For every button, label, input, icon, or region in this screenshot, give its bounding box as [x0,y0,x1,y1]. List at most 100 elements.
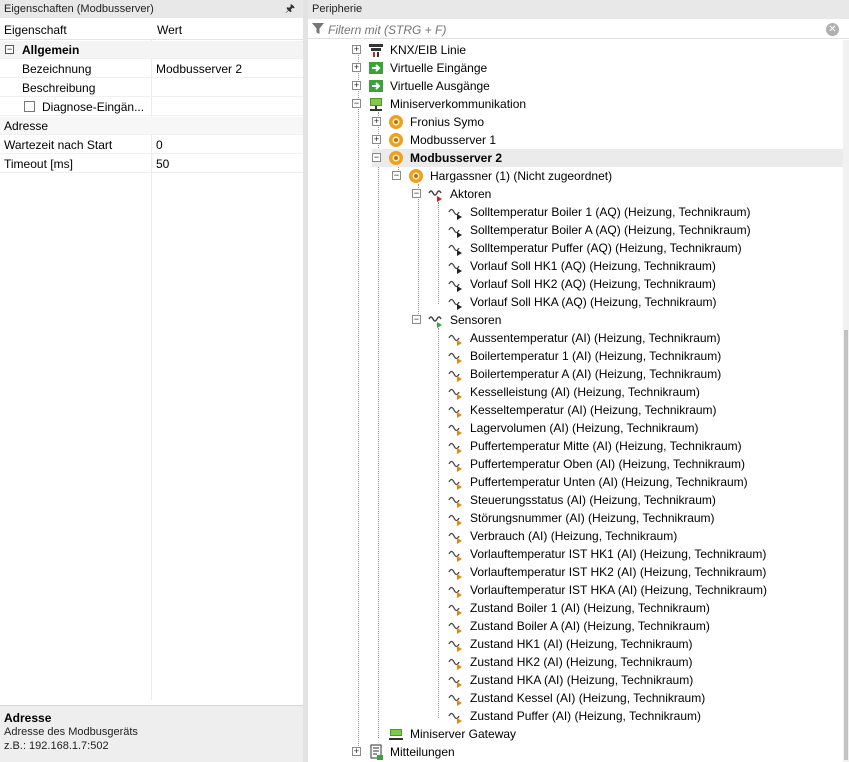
filter-input[interactable] [328,21,818,38]
tree-node-label: Puffertemperatur Mitte (AI) (Heizung, Te… [470,439,742,453]
sensor-item[interactable]: Boilertemperatur 1 (AI) (Heizung, Techni… [432,347,843,365]
filter-icon [312,23,324,34]
periphery-title: Peripherie [308,0,849,19]
collapse-icon[interactable]: − [412,315,421,324]
tree-node-label: Virtuelle Ausgänge [390,79,490,93]
collapse-icon[interactable]: − [5,45,14,54]
tree-node-fronius[interactable]: + Fronius Symo [372,113,843,131]
collapse-icon[interactable]: − [352,99,361,108]
property-value[interactable]: Modbusserver 2 [156,60,242,78]
sensor-item[interactable]: Steuerungsstatus (AI) (Heizung, Technikr… [432,491,843,509]
property-row-diagnose[interactable]: Diagnose-Eingän... [0,98,303,116]
property-row-adresse[interactable]: Adresse [0,117,303,135]
tree-node-miniserver-communication[interactable]: − Miniserverkommunikation [352,95,843,113]
actuator-item[interactable]: Solltemperatur Puffer (AQ) (Heizung, Tec… [432,239,843,257]
expand-icon[interactable]: + [372,117,381,126]
collapse-icon[interactable]: − [392,171,401,180]
scrollbar-thumb[interactable] [844,330,848,760]
sensor-item[interactable]: Verbrauch (AI) (Heizung, Technikraum) [432,527,843,545]
group-allgemein[interactable]: − Allgemein [0,41,303,59]
tree-node-messages[interactable]: + Mitteilungen [352,743,843,761]
actuators-icon [428,190,442,202]
analog-input-icon [448,550,462,562]
actuator-item[interactable]: Vorlauf Soll HK1 (AQ) (Heizung, Technikr… [432,257,843,275]
column-header-value[interactable]: Wert [157,20,182,40]
gear-sun-icon [389,133,403,147]
diagnose-checkbox[interactable] [24,101,35,112]
clear-icon[interactable]: ✕ [826,23,839,36]
sensor-item[interactable]: Kesselleistung (AI) (Heizung, Technikrau… [432,383,843,401]
sensor-item[interactable]: Störungsnummer (AI) (Heizung, Technikrau… [432,509,843,527]
tree-node-label: Vorlauftemperatur IST HK2 (AI) (Heizung,… [470,565,767,579]
actuator-item[interactable]: Solltemperatur Boiler 1 (AQ) (Heizung, T… [432,203,843,221]
sensor-item[interactable]: Vorlauftemperatur IST HKA (AI) (Heizung,… [432,581,843,599]
filter-bar: ✕ [308,20,849,39]
sensor-item[interactable]: Puffertemperatur Mitte (AI) (Heizung, Te… [432,437,843,455]
sensor-item[interactable]: Puffertemperatur Unten (AI) (Heizung, Te… [432,473,843,491]
expand-icon[interactable]: + [352,45,361,54]
expand-icon[interactable]: + [372,135,381,144]
sensor-item[interactable]: Zustand HK2 (AI) (Heizung, Technikraum) [432,653,843,671]
analog-input-icon [448,388,462,400]
sensors-icon [428,316,442,328]
pin-icon[interactable]: 🖈 [285,0,295,18]
tree-node-label: Steuerungsstatus (AI) (Heizung, Technikr… [470,493,716,507]
sensor-item[interactable]: Puffertemperatur Oben (AI) (Heizung, Tec… [432,455,843,473]
tree-node-sensors[interactable]: − Sensoren [412,311,843,329]
tree-node-label: Modbusserver 1 [410,133,497,147]
tree-node-virtual-inputs[interactable]: + Virtuelle Eingänge [352,59,843,77]
expand-icon[interactable]: + [352,747,361,756]
tree-node-hargassner[interactable]: − Hargassner (1) (Nicht zugeordnet) [392,167,843,185]
sensor-item[interactable]: Zustand Boiler A (AI) (Heizung, Technikr… [432,617,843,635]
property-row-wartezeit[interactable]: Wartezeit nach Start 0 [0,136,303,154]
sensor-item[interactable]: Aussentemperatur (AI) (Heizung, Technikr… [432,329,843,347]
property-row-beschreibung[interactable]: Beschreibung [0,79,303,97]
property-value[interactable]: 0 [156,136,163,154]
sensor-item[interactable]: Vorlauftemperatur IST HK1 (AI) (Heizung,… [432,545,843,563]
analog-input-icon [448,712,462,724]
scrollbar[interactable] [843,40,849,762]
sensor-item[interactable]: Zustand HKA (AI) (Heizung, Technikraum) [432,671,843,689]
tree-node-miniserver-gateway[interactable]: Miniserver Gateway [372,725,843,743]
sensor-item[interactable]: Zustand Kessel (AI) (Heizung, Technikrau… [432,689,843,707]
knx-icon [369,44,383,57]
property-value[interactable]: 50 [156,155,169,173]
property-row-timeout[interactable]: Timeout [ms] 50 [0,155,303,173]
property-row-bezeichnung[interactable]: Bezeichnung Modbusserver 2 [0,60,303,78]
analog-input-icon [448,424,462,436]
tree-node-label: Puffertemperatur Oben (AI) (Heizung, Tec… [470,457,746,471]
gateway-icon [389,729,403,740]
tree-node-label: Puffertemperatur Unten (AI) (Heizung, Te… [470,475,748,489]
expand-icon[interactable]: + [352,81,361,90]
sensor-item[interactable]: Vorlauftemperatur IST HK2 (AI) (Heizung,… [432,563,843,581]
tree-node-label: Vorlauftemperatur IST HK1 (AI) (Heizung,… [470,547,767,561]
properties-panel: Eigenschaften (Modbusserver) 🖈 Eigenscha… [0,0,303,762]
tree-node-virtual-outputs[interactable]: + Virtuelle Ausgänge [352,77,843,95]
analog-input-icon [448,514,462,526]
tree-node-label: Störungsnummer (AI) (Heizung, Technikrau… [470,511,715,525]
sensor-item[interactable]: Boilertemperatur A (AI) (Heizung, Techni… [432,365,843,383]
tree-node-modbusserver-2[interactable]: − Modbusserver 2 [372,149,843,167]
tree-node-modbusserver-1[interactable]: + Modbusserver 1 [372,131,843,149]
sensor-item[interactable]: Zustand Puffer (AI) (Heizung, Technikrau… [432,707,843,725]
collapse-icon[interactable]: − [412,189,421,198]
actuator-item[interactable]: Vorlauf Soll HKA (AQ) (Heizung, Technikr… [432,293,843,311]
property-description: Adresse Adresse des Modbusgeräts z.B.: 1… [0,705,303,762]
tree-node-knx[interactable]: + KNX/EIB Linie [352,41,843,59]
tree-line [358,48,359,756]
sensor-item[interactable]: Kesseltemperatur (AI) (Heizung, Technikr… [432,401,843,419]
expand-icon[interactable]: + [352,63,361,72]
tree-node-label: KNX/EIB Linie [390,43,467,57]
column-header-property[interactable]: Eigenschaft [4,20,67,40]
description-line: z.B.: 192.168.1.7:502 [4,740,109,752]
sensor-item[interactable]: Lagervolumen (AI) (Heizung, Technikraum) [432,419,843,437]
analog-input-icon [448,334,462,346]
description-line: Adresse des Modbusgeräts [4,726,138,738]
tree-node-label: Solltemperatur Puffer (AQ) (Heizung, Tec… [470,241,742,255]
sensor-item[interactable]: Zustand HK1 (AI) (Heizung, Technikraum) [432,635,843,653]
actuator-item[interactable]: Solltemperatur Boiler A (AQ) (Heizung, T… [432,221,843,239]
tree-node-actuators[interactable]: − Aktoren [412,185,843,203]
collapse-icon[interactable]: − [372,153,381,162]
actuator-item[interactable]: Vorlauf Soll HK2 (AQ) (Heizung, Technikr… [432,275,843,293]
sensor-item[interactable]: Zustand Boiler 1 (AI) (Heizung, Technikr… [432,599,843,617]
